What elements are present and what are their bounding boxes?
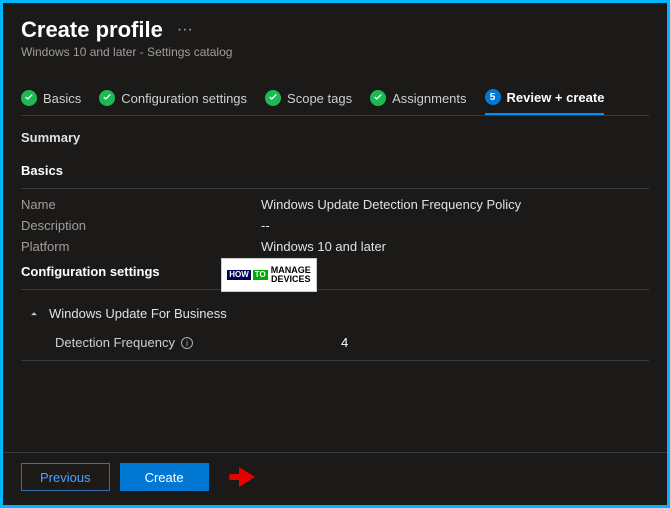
field-value: Windows Update Detection Frequency Polic… (261, 197, 649, 212)
page-header: Create profile ··· Windows 10 and later … (3, 3, 667, 63)
chevron-up-icon (27, 307, 41, 321)
detection-frequency-row: Detection Frequency i 4 (21, 325, 649, 354)
check-icon (99, 90, 115, 106)
field-label: Platform (21, 239, 261, 254)
field-value: -- (261, 218, 649, 233)
step-assignments[interactable]: Assignments (370, 89, 466, 115)
field-label: Name (21, 197, 261, 212)
check-icon (21, 90, 37, 106)
step-label: Review + create (507, 90, 605, 105)
step-number-badge: 5 (485, 89, 501, 105)
step-label: Scope tags (287, 91, 352, 106)
wizard-stepper: Basics Configuration settings Scope tags… (3, 63, 667, 115)
step-label: Assignments (392, 91, 466, 106)
previous-button[interactable]: Previous (21, 463, 110, 491)
step-scope-tags[interactable]: Scope tags (265, 89, 352, 115)
more-actions-button[interactable]: ··· (177, 21, 193, 39)
divider (21, 360, 649, 361)
annotation-arrow-icon (225, 467, 265, 487)
accordion-title: Windows Update For Business (49, 306, 227, 321)
footer-actions: Previous Create (3, 452, 667, 505)
field-label: Description (21, 218, 261, 233)
step-review-create[interactable]: 5 Review + create (485, 89, 605, 115)
setting-label: Detection Frequency (55, 335, 175, 350)
page-subtitle: Windows 10 and later - Settings catalog (21, 45, 649, 59)
check-icon (265, 90, 281, 106)
accordion-windows-update-for-business[interactable]: Windows Update For Business (27, 306, 649, 321)
page-title: Create profile (21, 17, 163, 43)
basics-name-row: Name Windows Update Detection Frequency … (21, 197, 649, 212)
summary-heading: Summary (21, 130, 649, 145)
step-basics[interactable]: Basics (21, 89, 81, 115)
basics-heading: Basics (21, 163, 649, 178)
step-label: Basics (43, 91, 81, 106)
configuration-settings-heading: Configuration settings (21, 264, 649, 279)
divider (21, 188, 649, 189)
watermark-logo: HOWTO MANAGEDEVICES (221, 258, 317, 292)
step-label: Configuration settings (121, 91, 247, 106)
divider (21, 289, 649, 290)
create-button[interactable]: Create (120, 463, 209, 491)
setting-value: 4 (261, 335, 348, 350)
info-icon[interactable]: i (181, 337, 193, 349)
check-icon (370, 90, 386, 106)
field-value: Windows 10 and later (261, 239, 649, 254)
basics-platform-row: Platform Windows 10 and later (21, 239, 649, 254)
review-content: Summary Basics Name Windows Update Detec… (3, 116, 667, 361)
basics-description-row: Description -- (21, 218, 649, 233)
step-configuration-settings[interactable]: Configuration settings (99, 89, 247, 115)
